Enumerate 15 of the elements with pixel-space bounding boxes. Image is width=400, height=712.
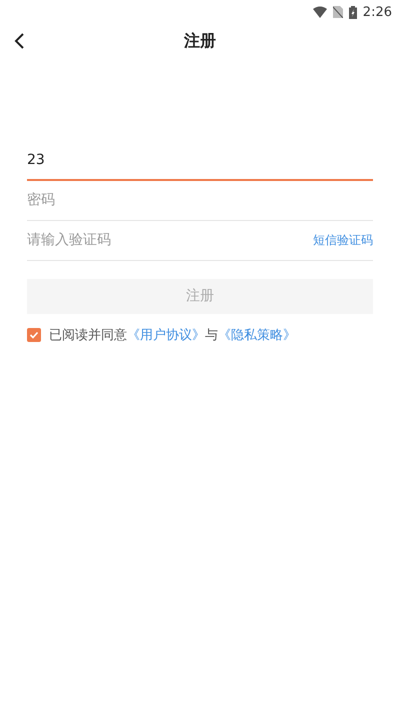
wifi-icon — [312, 6, 327, 18]
page-title: 注册 — [184, 30, 216, 52]
privacy-policy-link[interactable]: 《隐私策略》 — [218, 326, 296, 344]
no-sim-icon — [332, 6, 343, 18]
input-field[interactable]: 请输入验证码 — [27, 232, 313, 248]
battery-icon — [348, 6, 357, 18]
agreement-text: 已阅读并同意 — [49, 326, 127, 344]
agree-checkbox[interactable] — [27, 328, 41, 342]
conjunction-text: 与 — [205, 326, 218, 344]
input-field[interactable]: 密码 — [27, 192, 373, 208]
clock-time: 2:26 — [362, 4, 392, 20]
input-field[interactable]: 23 — [27, 152, 373, 168]
check-icon — [29, 330, 39, 340]
user-agreement-link[interactable]: 《用户协议》 — [127, 326, 205, 344]
sms-code-button[interactable]: 短信验证码 — [313, 232, 373, 248]
